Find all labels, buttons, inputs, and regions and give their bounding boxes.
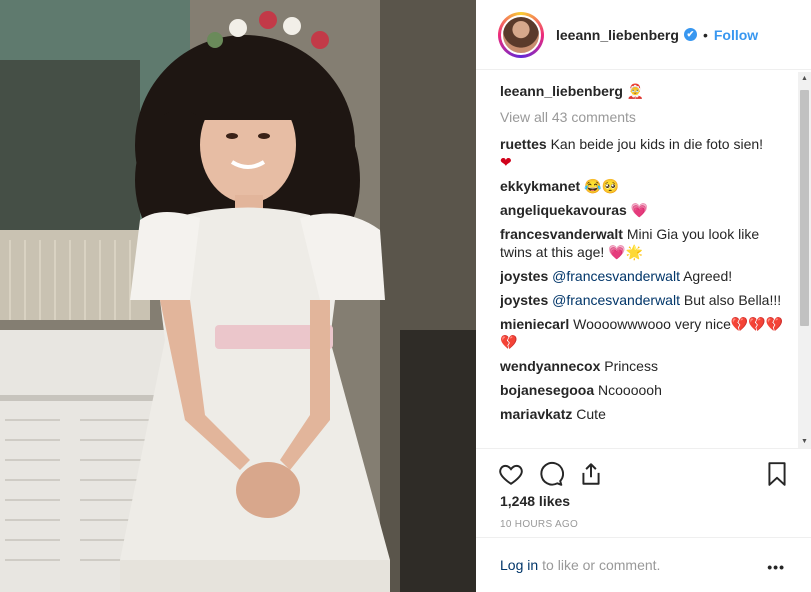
comment-emoji: 💔 (500, 334, 518, 350)
login-prompt-text: to like or comment. (542, 557, 661, 573)
caption: leeann_liebenberg 🤶 (500, 82, 790, 100)
comment-item: bojanesegooa Ncoooooh (500, 381, 790, 399)
instagram-post-window: leeann_liebenberg ✔ • Follow leeann_lieb… (0, 0, 811, 592)
scroll-down-arrow-icon[interactable]: ▼ (798, 435, 811, 448)
comment-text: Woooowwwooo very nice💔💔💔 (569, 316, 784, 332)
bookmark-icon[interactable] (764, 461, 790, 487)
comment-item: mariavkatz Cute (500, 405, 790, 423)
comment-item: joystes @francesvanderwalt Agreed! (500, 267, 790, 285)
log-in-link[interactable]: Log in (500, 557, 538, 573)
follow-button[interactable]: Follow (714, 27, 758, 43)
photo-illustration (0, 0, 476, 592)
avatar-image (501, 14, 541, 55)
caption-emoji: 🤶 (626, 83, 645, 99)
comments-list[interactable]: leeann_liebenberg 🤶 View all 43 comments… (500, 82, 790, 444)
comment-emoji: ❤ (500, 154, 512, 170)
comment-username[interactable]: ruettes (500, 136, 547, 152)
comment-text: Agreed! (679, 268, 733, 284)
share-icon[interactable] (578, 461, 604, 487)
header-separator: • (702, 26, 708, 43)
comment-text: Kan beide jou kids in die foto sien! (546, 136, 764, 152)
comment-item: mieniecarl Woooowwwooo very nice💔💔💔 💔 (500, 315, 790, 351)
comment-text: Cute (572, 406, 606, 422)
likes-count[interactable]: 1,248 likes (500, 493, 570, 509)
view-all-comments-link[interactable]: View all 43 comments (500, 108, 790, 126)
comment-mention[interactable]: @francesvanderwalt (552, 292, 680, 308)
login-prompt: Log in to like or comment. ••• (476, 537, 811, 592)
verified-badge-icon: ✔ (683, 28, 697, 41)
post-side-panel: leeann_liebenberg ✔ • Follow leeann_lieb… (476, 0, 811, 592)
post-photo[interactable] (0, 0, 476, 592)
caption-username[interactable]: leeann_liebenberg (500, 83, 623, 99)
comment-username[interactable]: bojanesegooa (500, 382, 594, 398)
comment-username[interactable]: francesvanderwalt (500, 226, 623, 242)
scroll-up-arrow-icon[interactable]: ▲ (798, 72, 811, 85)
comment-text: Ncoooooh (594, 382, 662, 398)
avatar[interactable] (498, 11, 544, 58)
comment-item: ruettes Kan beide jou kids in die foto s… (500, 135, 790, 171)
more-options-icon[interactable]: ••• (767, 559, 785, 575)
comments-scrollbar[interactable]: ▲ ▼ (798, 72, 811, 448)
comment-item: francesvanderwalt Mini Gia you look like… (500, 225, 790, 261)
comment-username[interactable]: mariavkatz (500, 406, 572, 422)
comment-username[interactable]: joystes (500, 268, 548, 284)
comment-mention[interactable]: @francesvanderwalt (552, 268, 680, 284)
comment-username[interactable]: joystes (500, 292, 548, 308)
comment-item: angeliquekavouras 💗 (500, 201, 790, 219)
comment-text: Princess (600, 358, 658, 374)
comment-bubble-icon[interactable] (538, 461, 564, 487)
comment-username[interactable]: mieniecarl (500, 316, 569, 332)
post-actions (476, 448, 811, 496)
heart-outline-icon[interactable] (498, 461, 524, 487)
header-username[interactable]: leeann_liebenberg (556, 27, 679, 43)
comment-item: ekkykmanet 😂🥺 (500, 177, 790, 195)
comment-item: joystes @francesvanderwalt But also Bell… (500, 291, 790, 309)
comment-item: wendyannecox Princess (500, 357, 790, 375)
comment-text: But also Bella!!! (679, 292, 782, 308)
comment-text: 💗 (626, 202, 649, 218)
post-timestamp: 10 HOURS AGO (500, 519, 579, 530)
comment-text: 😂🥺 (580, 178, 619, 194)
post-header: leeann_liebenberg ✔ • Follow (476, 0, 811, 70)
comment-username[interactable]: ekkykmanet (500, 178, 580, 194)
comment-username[interactable]: angeliquekavouras (500, 202, 627, 218)
scroll-thumb[interactable] (800, 90, 809, 326)
comment-username[interactable]: wendyannecox (500, 358, 600, 374)
